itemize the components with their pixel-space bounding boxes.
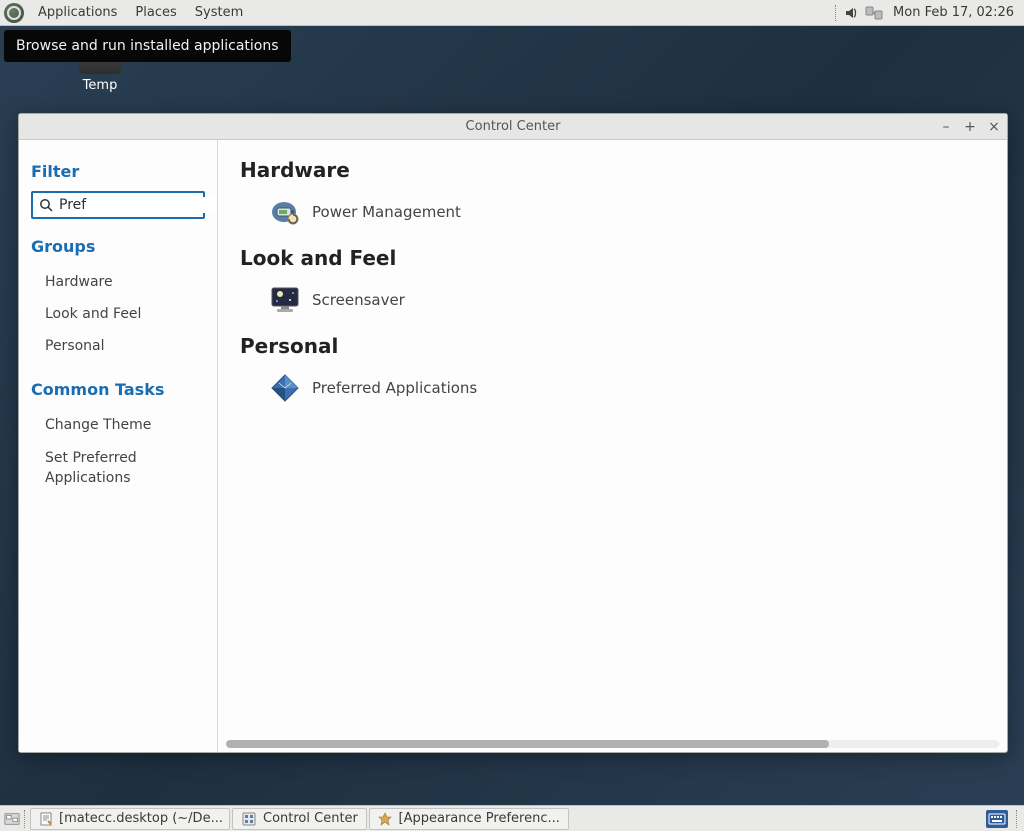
task-appearance[interactable]: [Appearance Preferenc... — [369, 808, 569, 830]
monitor-icon — [270, 286, 300, 314]
tray-separator — [835, 5, 837, 21]
titlebar[interactable]: Control Center – + × — [19, 114, 1007, 140]
desktop-icon-label: Temp — [65, 78, 135, 93]
task-change-theme[interactable]: Change Theme — [31, 409, 205, 441]
applications-tooltip: Browse and run installed applications — [4, 30, 291, 62]
clock[interactable]: Mon Feb 17, 02:26 — [893, 5, 1014, 20]
item-label: Preferred Applications — [312, 379, 477, 397]
item-screensaver[interactable]: Screensaver — [266, 280, 409, 320]
tasks-heading: Common Tasks — [31, 380, 205, 399]
menu-system[interactable]: System — [187, 2, 251, 23]
group-personal[interactable]: Personal — [31, 330, 205, 362]
battery-icon — [270, 198, 300, 226]
window-title: Control Center — [19, 119, 1007, 134]
maximize-button[interactable]: + — [963, 120, 977, 134]
item-preferred-apps[interactable]: Preferred Applications — [266, 368, 481, 408]
text-editor-icon — [39, 811, 53, 827]
content-area: Hardware Power Management Look and Feel … — [218, 140, 1007, 752]
filter-heading: Filter — [31, 162, 205, 181]
task-set-preferred-apps[interactable]: Set Preferred Applications — [31, 441, 205, 496]
filter-input[interactable] — [59, 197, 218, 213]
tasks-list: Change Theme Set Preferred Applications — [31, 409, 205, 496]
category-look-title: Look and Feel — [240, 246, 985, 270]
horizontal-scrollbar[interactable] — [226, 740, 999, 748]
volume-icon[interactable] — [843, 4, 861, 22]
task-label: [matecc.desktop (~/De... — [59, 811, 223, 826]
bottom-taskbar: [matecc.desktop (~/De... Control Center … — [0, 805, 1024, 831]
distro-logo-icon[interactable] — [4, 3, 24, 23]
item-power-management[interactable]: Power Management — [266, 192, 465, 232]
minimize-button[interactable]: – — [939, 120, 953, 134]
menu-places[interactable]: Places — [127, 2, 184, 23]
taskbar-separator-right — [1016, 810, 1018, 828]
menu-applications[interactable]: Applications — [30, 2, 125, 23]
control-center-icon — [241, 811, 257, 827]
groups-list: Hardware Look and Feel Personal — [31, 266, 205, 362]
network-icon[interactable] — [865, 4, 883, 22]
group-hardware[interactable]: Hardware — [31, 266, 205, 298]
menubar-left: Applications Places System — [4, 2, 251, 23]
item-label: Power Management — [312, 203, 461, 221]
task-control-center[interactable]: Control Center — [232, 808, 367, 830]
task-label: [Appearance Preferenc... — [399, 811, 560, 826]
show-desktop-icon[interactable] — [4, 811, 20, 827]
groups-heading: Groups — [31, 237, 205, 256]
category-personal-title: Personal — [240, 334, 985, 358]
taskbar-separator — [24, 810, 26, 828]
search-icon — [39, 198, 53, 212]
sidebar: Filter Groups Hardware Look and Feel Per… — [19, 140, 218, 752]
appearance-icon — [378, 811, 393, 827]
top-menubar: Applications Places System Mon Feb 17, 0… — [0, 0, 1024, 26]
category-hardware-title: Hardware — [240, 158, 985, 182]
keyboard-indicator-icon[interactable] — [986, 810, 1008, 828]
task-matecc[interactable]: [matecc.desktop (~/De... — [30, 808, 230, 830]
close-button[interactable]: × — [987, 120, 1001, 134]
item-label: Screensaver — [312, 291, 405, 309]
task-label: Control Center — [263, 811, 358, 826]
menubar-right: Mon Feb 17, 02:26 — [833, 4, 1020, 22]
group-look-and-feel[interactable]: Look and Feel — [31, 298, 205, 330]
diamond-icon — [270, 374, 300, 402]
control-center-window: Control Center – + × Filter Groups Hardw… — [18, 113, 1008, 753]
filter-box[interactable] — [31, 191, 205, 219]
